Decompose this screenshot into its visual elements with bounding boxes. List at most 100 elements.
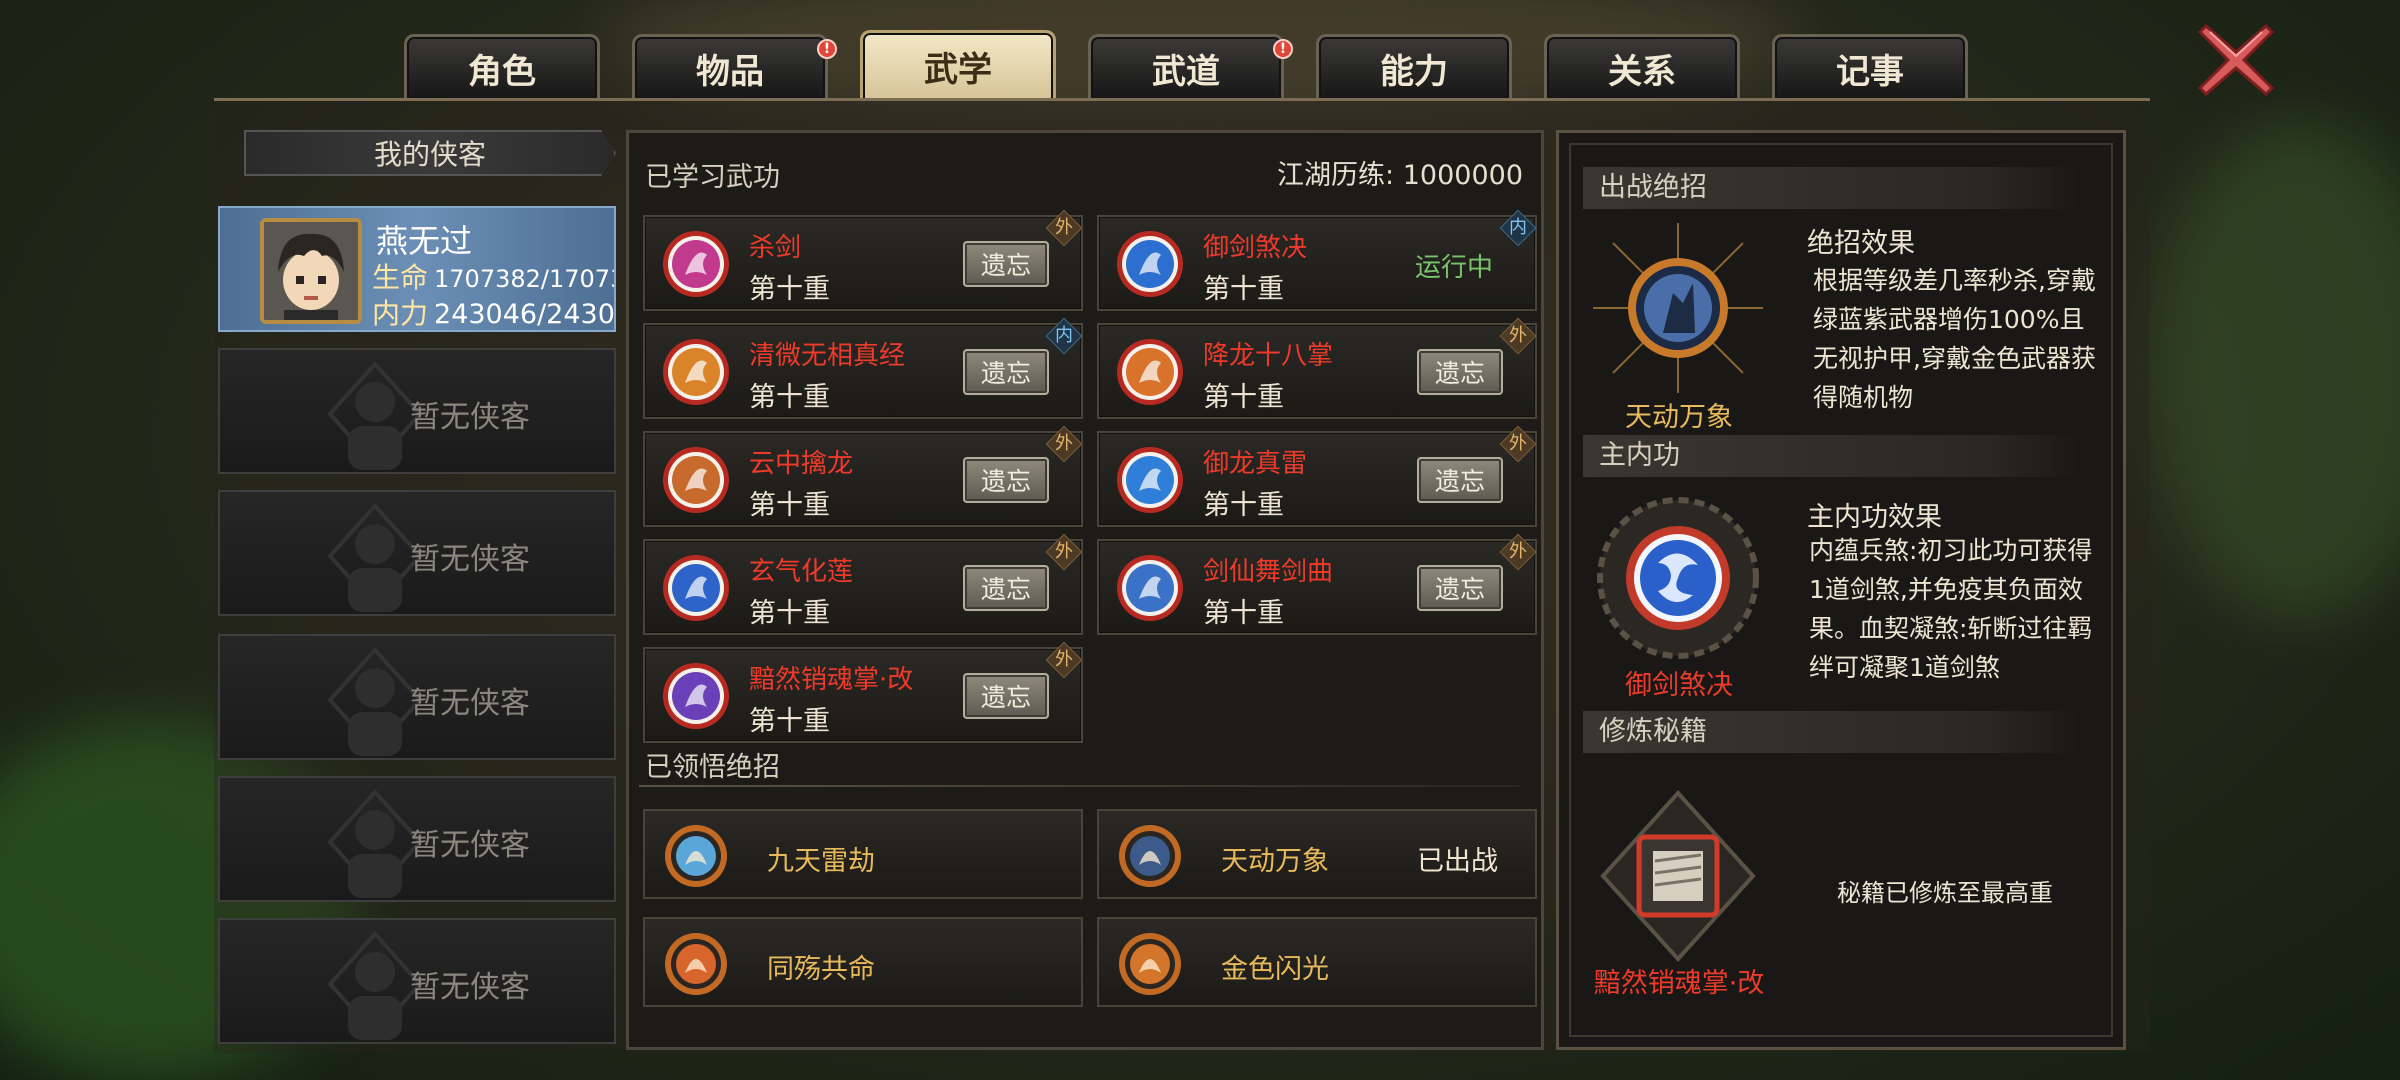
ultimate-icon [665,933,727,995]
xp-value: 1000000 [1402,160,1523,191]
close-button[interactable] [2196,20,2276,100]
skill-icon [663,231,729,297]
tab-label: 角色 [468,52,536,92]
ultimate-card[interactable]: 同殇共命 [643,917,1083,1007]
skill-level: 第十重 [749,598,830,629]
tab-martial-arts[interactable]: 武学 [860,30,1056,100]
battle-ultimate-emblem[interactable] [1583,213,1773,403]
ultimate-name: 天动万象 [1221,846,1329,877]
forget-button[interactable]: 遗忘 [1417,349,1503,395]
ultimate-card[interactable]: 金色闪光 [1097,917,1537,1007]
roster-title-text: 我的侠客 [373,138,486,171]
alert-badge: ! [817,39,837,59]
skill-icon [1117,231,1183,297]
skill-card[interactable]: 清微无相真经 第十重 遗忘 内 [643,317,1083,419]
skill-card[interactable]: 御龙真雷 第十重 遗忘 外 [1097,425,1537,527]
skill-card[interactable]: 玄气化莲 第十重 遗忘 外 [643,533,1083,635]
inner-effect-title: 主内功效果 [1807,502,1942,533]
manual-emblem[interactable] [1583,781,1773,971]
hero-mp: 内力243046/243046 [372,292,615,330]
empty-hero-slot[interactable]: 暂无侠客 [218,918,616,1044]
skill-icon [663,447,729,513]
hero-portrait-icon [264,222,358,320]
learned-section-title: 已学习武功 [645,162,780,193]
empty-hero-slot[interactable]: 暂无侠客 [218,348,616,474]
skill-card[interactable]: 云中擒龙 第十重 遗忘 外 [643,425,1083,527]
skill-level: 第十重 [749,274,830,305]
forget-button[interactable]: 遗忘 [963,673,1049,719]
tab-character[interactable]: 角色 [404,34,600,100]
roster-title: 我的侠客 [244,130,616,176]
bg-foliage-right [2150,120,2400,620]
empty-hero-slot[interactable]: 暂无侠客 [218,634,616,760]
skill-name: 御龙真雷 [1203,449,1308,479]
forget-button[interactable]: 遗忘 [1417,457,1503,503]
skill-name: 黯然销魂掌·改 [749,665,914,695]
skill-name: 降龙十八掌 [1203,341,1334,371]
skill-type-badge: 外 [1045,209,1083,247]
skill-name: 御剑煞决 [1203,233,1308,263]
inner-effect-text: 内蕴兵煞:初习此功可获得1道剑煞,并免疫其负面效果。血契凝煞:斩断过往羁绊可凝聚… [1809,536,2093,682]
forget-button[interactable]: 遗忘 [963,565,1049,611]
skill-card[interactable]: 黯然销魂掌·改 第十重 遗忘 外 [643,641,1083,743]
skill-level: 第十重 [749,490,830,521]
skill-type-text: 内 [1055,325,1073,346]
skill-type-badge: 外 [1499,317,1537,355]
tab-label: 武道 [1152,52,1220,92]
skill-card[interactable]: 降龙十八掌 第十重 遗忘 外 [1097,317,1537,419]
skill-card[interactable]: 御剑煞决 第十重 运行中 内 [1097,209,1537,311]
skill-level: 第十重 [749,706,830,737]
forget-button[interactable]: 遗忘 [963,241,1049,287]
forget-button[interactable]: 遗忘 [963,457,1049,503]
skill-card[interactable]: 杀剑 第十重 遗忘 外 [643,209,1083,311]
hero-card-selected[interactable]: 燕无过 生命1707382/1707382 内力243046/243046 [218,206,616,332]
skill-type-text: 外 [1509,433,1527,454]
tab-label: 物品 [696,52,764,92]
ultimate-icon [1119,933,1181,995]
skill-level: 第十重 [1203,598,1284,629]
skill-type-text: 内 [1509,217,1527,238]
skill-type-badge: 外 [1499,533,1537,571]
battle-ultimate-header: 出战绝招 [1583,167,2083,209]
battle-effect-text: 根据等级差几率秒杀,穿戴绿蓝紫武器增伤100%且无视护甲,穿戴金色武器获得随机物 [1813,266,2096,412]
ultimate-card[interactable]: 天动万象 已出战 [1097,809,1537,899]
empty-hero-slot[interactable]: 暂无侠客 [218,490,616,616]
learned-skills-panel: 已学习武功 江湖历练: 1000000 杀剑 第十重 遗忘 外 御剑煞决 第十重 [626,130,1544,1050]
ultimate-name: 金色闪光 [1221,954,1329,985]
empty-slot-label: 暂无侠客 [410,686,530,721]
main-inner-emblem[interactable] [1583,483,1773,673]
hero-hp: 生命1707382/1707382 [372,256,614,296]
manual-header: 修炼秘籍 [1583,711,2083,753]
tab-martial-way[interactable]: 武道! [1088,34,1293,100]
skill-type-badge: 内 [1045,317,1083,355]
empty-hero-slot[interactable]: 暂无侠客 [218,776,616,902]
tab-abilities[interactable]: 能力 [1316,34,1512,100]
battle-effect-title: 绝招效果 [1807,228,1915,259]
tab-label: 能力 [1380,52,1448,92]
ultimate-card[interactable]: 九天雷劫 [643,809,1083,899]
empty-slot-label: 暂无侠客 [410,828,530,863]
tab-label: 关系 [1608,52,1676,92]
tab-label: 武学 [924,50,992,90]
tab-journal[interactable]: 记事 [1772,34,1968,100]
empty-slot-label: 暂无侠客 [410,970,530,1005]
skill-level: 第十重 [1203,274,1284,305]
tab-bar: 角色 物品! 武学 武道! 能力 关系 记事 [404,30,1968,100]
skill-card[interactable]: 剑仙舞剑曲 第十重 遗忘 外 [1097,533,1537,635]
skill-icon [663,663,729,729]
forget-button[interactable]: 遗忘 [963,349,1049,395]
ultimate-icon [1119,825,1181,887]
skill-name: 玄气化莲 [749,557,854,587]
skill-type-text: 外 [1055,433,1073,454]
forget-button[interactable]: 遗忘 [1417,565,1503,611]
xp-label: 江湖历练: [1277,160,1395,191]
mp-value: 243046/243046 [434,299,615,330]
tab-relations[interactable]: 关系 [1544,34,1740,100]
manual-name: 黯然销魂掌·改 [1593,968,1765,999]
section-divider [639,785,1519,787]
skill-icon [1117,339,1183,405]
tab-items[interactable]: 物品! [632,34,837,100]
tab-label: 记事 [1836,52,1904,92]
sky-burst-icon [1593,223,1763,393]
skill-name: 杀剑 [749,233,802,263]
